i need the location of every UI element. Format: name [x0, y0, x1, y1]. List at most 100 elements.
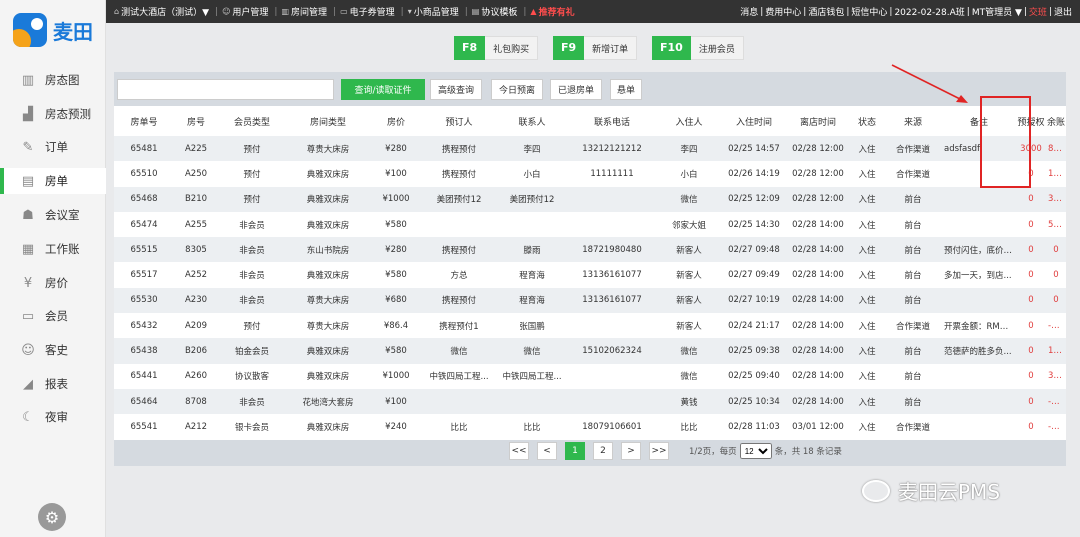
sidebar-item-work-ledger[interactable]: ▦ 工作账: [0, 236, 106, 262]
logo-text: 麦田: [53, 19, 93, 44]
table-cell: 0: [1046, 262, 1066, 288]
logout-link[interactable]: 退出: [1054, 5, 1072, 18]
checked-out-button[interactable]: 已退房单: [550, 79, 602, 100]
pending-bill-button[interactable]: 悬单: [610, 79, 642, 100]
table-row[interactable]: 65432 A209 预付 尊贵大床房 ¥86.4 携程预付1 张国鹏 新客人 02/24 21…: [114, 313, 1066, 339]
table-cell: 预付: [218, 186, 286, 212]
sidebar-item-night-audit[interactable]: ☾ 夜审: [0, 404, 106, 430]
new-order-button[interactable]: F9 新增订单: [553, 35, 638, 60]
table-cell: [422, 211, 496, 238]
table-cell: [496, 388, 568, 415]
table-cell: 范德萨的胜多负...: [942, 338, 1016, 364]
menu-user-management[interactable]: ☺ 用户管理: [222, 5, 268, 18]
table-cell: 02/27 09:48: [722, 237, 786, 263]
table-cell: 携程预付1: [422, 313, 496, 339]
table-body: 65481 A225 预付 尊贵大床房 ¥280 携程预付 李四 13212121212 李四 0…: [114, 136, 1066, 440]
coupon-icon: ▭: [340, 7, 348, 16]
room-bill-panel: 查询/读取证件 高级查询 今日预离 已退房单 悬单 房单号 房号 会员类型 房间类型房…: [114, 72, 1066, 466]
table-row[interactable]: 65510 A250 预付 典雅双床房 ¥100 携程预付 小白 11111111 小白 02/2…: [114, 161, 1066, 187]
table-row[interactable]: 65438 B206 铂金会员 典雅双床房 ¥580 微信 微信 15102062324 微信 0…: [114, 338, 1066, 364]
table-row[interactable]: 65441 A260 协议散客 典雅双床房 ¥1000 中铁四局工程... 中铁四局工程..…: [114, 363, 1066, 389]
table-row[interactable]: 65517 A252 非会员 典雅双床房 ¥580 方总 程育海 13136161077 新客人…: [114, 262, 1066, 288]
switch-shift-link[interactable]: 交班: [1029, 5, 1047, 18]
menu-room-management[interactable]: ▥ 房间管理: [281, 5, 327, 18]
table-cell: 非会员: [218, 237, 286, 263]
table-cell: 非会员: [218, 211, 286, 238]
last-page-button[interactable]: >>: [649, 442, 669, 460]
page-2-button[interactable]: 2: [593, 442, 613, 460]
table-cell: [568, 313, 656, 339]
table-cell: 前台: [884, 287, 942, 314]
column-header: 房单号: [114, 106, 174, 136]
gift-package-button[interactable]: F8 礼包购买: [454, 35, 539, 60]
table-row[interactable]: 65481 A225 预付 尊贵大床房 ¥280 携程预付 李四 13212121212 李四 0…: [114, 136, 1066, 162]
menu-goods-management[interactable]: ▾ 小商品管理: [408, 5, 459, 18]
sidebar-item-room-status[interactable]: ▥ 房态图: [0, 67, 106, 93]
table-cell: A209: [174, 313, 218, 339]
table-cell: 邻家大姐: [656, 211, 722, 238]
wallet-link[interactable]: 酒店钱包: [808, 5, 844, 18]
table-cell: 美团预付12: [422, 186, 496, 212]
sidebar-item-reports[interactable]: ◢ 报表: [0, 371, 106, 397]
messages-link[interactable]: 消息: [740, 5, 758, 18]
table-row[interactable]: 65474 A255 非会员 典雅双床房 ¥580 邻家大姐 02/25 14:30 02/2…: [114, 211, 1066, 238]
table-cell: B210: [174, 186, 218, 212]
table-cell: 02/25 14:30: [722, 211, 786, 238]
table-cell: [942, 388, 1016, 415]
prev-page-button[interactable]: <: [537, 442, 557, 460]
sidebar-item-orders[interactable]: ✎ 订单: [0, 134, 106, 160]
table-cell: 入住: [850, 338, 884, 364]
table-cell: 入住: [850, 388, 884, 415]
sidebar-item-forecast[interactable]: ▟ 房态预测: [0, 101, 106, 127]
table-cell: ¥280: [370, 136, 422, 162]
menu-referral-reward[interactable]: ▲ 推荐有礼: [530, 5, 574, 18]
table-cell: 银卡会员: [218, 414, 286, 440]
table-cell: 02/25 09:38: [722, 338, 786, 364]
table-cell: 0: [1016, 363, 1046, 389]
table-cell: 02/27 10:19: [722, 287, 786, 314]
table-cell: 前台: [884, 186, 942, 212]
gear-icon[interactable]: ⚙: [38, 503, 66, 531]
price-icon: ¥: [23, 275, 33, 291]
register-member-button[interactable]: F10 注册会员: [652, 35, 744, 60]
next-page-button[interactable]: >: [621, 442, 641, 460]
hotel-switcher[interactable]: ⌂ 测试大酒店（测试）▼: [114, 5, 209, 18]
table-cell: A252: [174, 262, 218, 288]
table-cell: 840: [1046, 136, 1066, 162]
search-input[interactable]: [117, 79, 334, 100]
menu-agreement-template[interactable]: ▤ 协议模板: [472, 5, 518, 18]
table-cell: 0: [1016, 211, 1046, 238]
table-cell: 0: [1016, 388, 1046, 415]
sidebar-item-meeting-room[interactable]: ☗ 会议室: [0, 202, 106, 228]
table-cell: 65441: [114, 363, 174, 389]
logo[interactable]: 麦田: [0, 0, 105, 60]
advanced-search-button[interactable]: 高级查询: [430, 79, 482, 100]
page-size-select[interactable]: 12 ▼: [739, 443, 772, 459]
menu-coupon-management[interactable]: ▭ 电子券管理: [340, 5, 395, 18]
table-cell: 3000: [1046, 186, 1066, 212]
table-row[interactable]: 65464 8708 非会员 花地湾大套房 ¥100 黄钱 02/25 10:34 02/28…: [114, 388, 1066, 415]
table-row[interactable]: 65515 8305 非会员 东山书院房 ¥280 携程预付 滕雨 18721980480 新客…: [114, 237, 1066, 263]
table-row[interactable]: 65541 A212 银卡会员 典雅双床房 ¥240 比比 比比 18079106601 比比 0…: [114, 414, 1066, 440]
table-cell: 合作渠道: [884, 313, 942, 339]
table-cell: 新客人: [656, 237, 722, 263]
bill-center-link[interactable]: 费用中心: [765, 5, 801, 18]
table-cell: [568, 211, 656, 238]
today-departure-button[interactable]: 今日预离: [491, 79, 543, 100]
moon-icon: ☾: [22, 409, 34, 425]
sidebar-item-guest-history[interactable]: ☺ 客史: [0, 337, 106, 363]
sidebar-item-room-bills[interactable]: ▤ 房单: [0, 168, 106, 194]
first-page-button[interactable]: <<: [509, 442, 529, 460]
query-read-id-button[interactable]: 查询/读取证件: [341, 79, 425, 100]
table-cell: 合作渠道: [884, 414, 942, 440]
pagination: << < 1 2 > >> 1/2页，每页 12 ▼ 条，共 18 条记录: [509, 442, 842, 460]
sidebar-item-members[interactable]: ▭ 会员: [0, 303, 106, 329]
table-cell: 前台: [884, 237, 942, 263]
page-1-button[interactable]: 1: [565, 442, 585, 460]
table-row[interactable]: 65468 B210 预付 典雅双床房 ¥1000 美团预付12 美团预付12 微信 02/25…: [114, 186, 1066, 212]
sidebar: 麦田 ▥ 房态图 ▟ 房态预测 ✎ 订单 ▤ 房单 ☗ 会议室 ▦ 工作账 ¥ 房价 ▭ 会员 …: [0, 0, 106, 537]
sms-center-link[interactable]: 短信中心: [851, 5, 887, 18]
sidebar-item-room-price[interactable]: ¥ 房价: [0, 270, 106, 296]
user-menu[interactable]: MT管理员 ▼: [972, 5, 1022, 18]
table-row[interactable]: 65530 A230 非会员 尊贵大床房 ¥680 携程预付 程育海 13136161077 新…: [114, 287, 1066, 314]
